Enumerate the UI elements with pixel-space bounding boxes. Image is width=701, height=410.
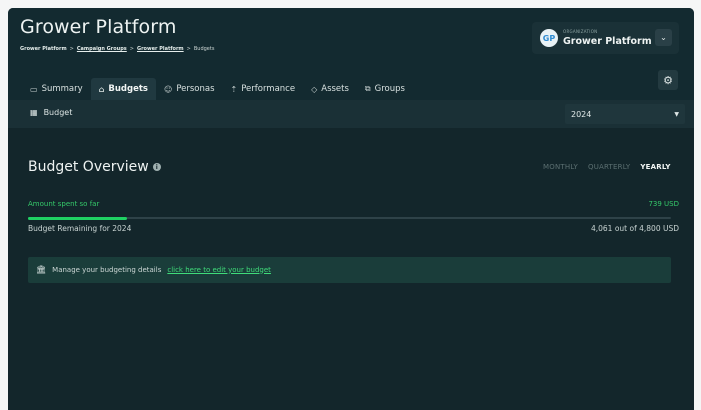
year-select-value: 2024 <box>571 109 592 119</box>
organization-logo-text: GP <box>542 33 556 43</box>
budget-icon: ▦ <box>30 108 38 117</box>
personas-icon: ☺ <box>163 84 173 94</box>
breadcrumb-separator: > <box>69 46 74 52</box>
chevron-down-icon[interactable]: ⌄ <box>655 29 672 46</box>
breadcrumb-item-grower-platform[interactable]: Grower Platform <box>137 46 184 52</box>
tab-assets-label: Assets <box>321 84 349 94</box>
year-select[interactable]: 2024 ▼ <box>565 104 685 124</box>
budget-overview-panel: Budget Overview i MONTHLY QUARTERLY YEAR… <box>8 128 694 410</box>
manage-budget-banner: 🏛 Manage your budgeting details click he… <box>28 257 671 283</box>
performance-icon: ⇡ <box>230 84 238 94</box>
organization-caption: ORGANIZATION <box>563 29 598 34</box>
manage-budget-content: 🏛 Manage your budgeting details click he… <box>36 265 271 274</box>
period-tab-monthly[interactable]: MONTHLY <box>543 163 578 171</box>
tab-personas[interactable]: ☺ Personas <box>156 78 223 100</box>
overview-title: Budget Overview <box>28 159 149 175</box>
breadcrumb-item-campaign-groups[interactable]: Campaign Groups <box>77 46 127 52</box>
period-tabs: MONTHLY QUARTERLY YEARLY <box>543 163 671 171</box>
bank-icon: 🏛 <box>36 265 47 274</box>
tab-personas-label: Personas <box>176 84 215 94</box>
organization-logo: GP <box>540 29 558 47</box>
caret-down-icon: ▼ <box>674 110 679 118</box>
page-title: Grower Platform <box>20 16 177 38</box>
assets-icon: ◇ <box>311 84 318 94</box>
amount-spent-value: 739 USD <box>648 200 679 208</box>
budget-progress-fill <box>28 216 128 220</box>
period-tab-quarterly[interactable]: QUARTERLY <box>588 163 630 171</box>
page-header: Grower Platform Grower Platform > Campai… <box>8 8 694 100</box>
tab-summary-label: Summary <box>41 84 83 94</box>
overview-title-group: Budget Overview i <box>28 159 161 175</box>
breadcrumb: Grower Platform > Campaign Groups > Grow… <box>20 46 214 52</box>
tab-groups[interactable]: ⧉ Groups <box>357 78 413 100</box>
budget-remaining-value: 4,061 out of 4,800 USD <box>590 224 679 233</box>
budget-toolbar: ▦ Budget 2024 ▼ <box>8 100 694 128</box>
tab-bar: ▭ Summary ⌂ Budgets ☺ Personas ⇡ Perform… <box>22 78 413 100</box>
tab-budgets[interactable]: ⌂ Budgets <box>90 78 156 100</box>
budget-progress-bar <box>28 216 671 220</box>
summary-icon: ▭ <box>30 84 38 94</box>
tab-performance[interactable]: ⇡ Performance <box>223 78 304 100</box>
organization-switcher[interactable]: GP ORGANIZATION Grower Platform ⌄ <box>532 22 679 54</box>
breadcrumb-separator: > <box>129 46 134 52</box>
amount-spent-label: Amount spent so far <box>28 200 100 208</box>
app-window: Grower Platform Grower Platform > Campai… <box>8 8 694 410</box>
edit-budget-link[interactable]: click here to edit your budget <box>167 266 271 274</box>
budget-label-group: ▦ Budget <box>30 108 72 117</box>
info-icon[interactable]: i <box>152 163 161 171</box>
period-tab-yearly[interactable]: YEARLY <box>640 163 670 171</box>
organization-name: Grower Platform <box>563 36 652 47</box>
breadcrumb-item-home[interactable]: Grower Platform <box>20 46 67 52</box>
tab-assets[interactable]: ◇ Assets <box>303 78 357 100</box>
tab-performance-label: Performance <box>241 84 296 94</box>
breadcrumb-separator: > <box>186 46 191 52</box>
tab-budgets-label: Budgets <box>108 84 148 94</box>
tab-summary[interactable]: ▭ Summary <box>22 78 91 100</box>
budget-remaining-label: Budget Remaining for 2024 <box>28 224 132 233</box>
budget-label: Budget <box>43 108 73 117</box>
manage-budget-text: Manage your budgeting details <box>52 265 162 274</box>
breadcrumb-item-budgets: Budgets <box>193 46 215 52</box>
tab-groups-label: Groups <box>374 84 405 94</box>
settings-icon[interactable]: ⚙ <box>658 70 678 90</box>
groups-icon: ⧉ <box>364 84 371 93</box>
budgets-icon: ⌂ <box>98 84 105 94</box>
